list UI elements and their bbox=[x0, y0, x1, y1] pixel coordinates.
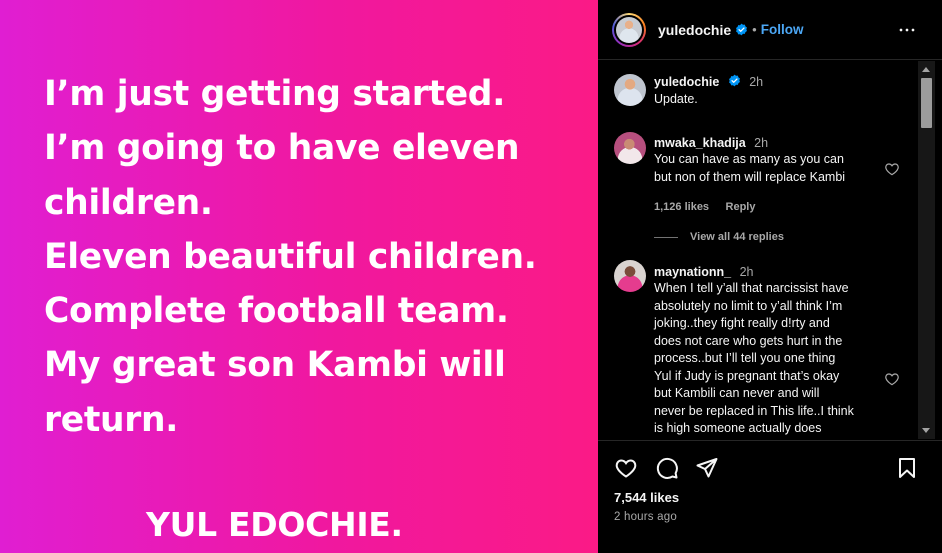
heart-icon[interactable] bbox=[614, 456, 638, 480]
caption-time: 2h bbox=[749, 75, 764, 89]
comment-text-line: does not care who gets hurt in the bbox=[654, 333, 843, 348]
comment-text-line: but non of them will replace Kambi bbox=[654, 169, 846, 184]
comments-list[interactable]: yuledochie 2h Update. mwaka_khadija 2h Y… bbox=[598, 61, 918, 439]
avatar[interactable] bbox=[614, 132, 646, 164]
bookmark-icon[interactable] bbox=[895, 456, 919, 480]
comments-scrollbar[interactable] bbox=[918, 61, 935, 439]
post-text-line: I’m going to have eleven bbox=[44, 128, 520, 169]
avatar[interactable] bbox=[612, 12, 646, 47]
post-timestamp[interactable]: 2 hours ago bbox=[614, 511, 677, 523]
comment-time: 2h bbox=[754, 136, 769, 150]
post-text-line: I’m just getting started. bbox=[44, 74, 506, 114]
post-side-panel: yuledochie • Follow yuledochie 2h Update… bbox=[598, 0, 942, 553]
post-text-line: return. bbox=[44, 399, 179, 440]
divider-line bbox=[654, 236, 678, 238]
post-text-line: Complete football team. bbox=[44, 291, 509, 332]
scroll-up-arrow-icon[interactable] bbox=[922, 67, 930, 72]
verified-badge-icon bbox=[728, 74, 740, 87]
view-replies-button[interactable]: View all 44 replies bbox=[654, 231, 784, 243]
comment-time: 2h bbox=[739, 265, 754, 279]
post-signature: YUL EDOCHIE. bbox=[146, 505, 403, 544]
post-text: I’m just getting started. I’m going to h… bbox=[44, 67, 589, 447]
likes-count[interactable]: 7,544 likes bbox=[614, 490, 679, 505]
verified-badge-icon bbox=[736, 23, 748, 36]
avatar[interactable] bbox=[614, 74, 646, 106]
comment-username[interactable]: mwaka_khadija bbox=[654, 136, 746, 150]
follow-button[interactable]: Follow bbox=[761, 22, 804, 37]
post-actions: 7,544 likes 2 hours ago bbox=[598, 440, 942, 553]
scrollbar-thumb[interactable] bbox=[921, 78, 932, 128]
comment-text: When I tell y’all that narcissist have a… bbox=[654, 280, 854, 438]
heart-icon[interactable] bbox=[884, 161, 900, 177]
comment-text-line: absolutely no limit to y’all think I’m bbox=[654, 298, 843, 313]
comment-text-line: is high someone actually does bbox=[654, 421, 822, 435]
comment-text-line: When I tell y’all that narcissist have bbox=[654, 281, 849, 295]
post-header: yuledochie • Follow bbox=[598, 0, 942, 60]
comment-text-line: joking..they fight really d!rty and bbox=[654, 316, 830, 330]
post-image: I’m just getting started. I’m going to h… bbox=[0, 0, 598, 553]
header-username[interactable]: yuledochie bbox=[658, 22, 731, 38]
avatar[interactable] bbox=[614, 260, 646, 292]
send-icon[interactable] bbox=[695, 456, 719, 480]
scroll-down-arrow-icon[interactable] bbox=[922, 428, 930, 433]
view-replies-label: View all 44 replies bbox=[690, 231, 784, 243]
comment-text-line: but Kambili can never and will bbox=[654, 386, 820, 400]
post-text-line: children. bbox=[44, 182, 213, 223]
comment-text-line: process..but I’ll tell you one thing bbox=[654, 351, 836, 365]
caption-username[interactable]: yuledochie bbox=[654, 75, 719, 89]
post-text-line: Eleven beautiful children. bbox=[44, 236, 537, 277]
heart-icon[interactable] bbox=[884, 371, 900, 387]
separator-dot: • bbox=[752, 22, 757, 37]
comment-text-line: Yul if Judy is pregnant that’s okay bbox=[654, 368, 840, 383]
comment-username[interactable]: maynationn_ bbox=[654, 265, 731, 279]
comment-text: You can have as many as you can but non … bbox=[654, 151, 845, 186]
comment-text-line: You can have as many as you can bbox=[654, 152, 844, 166]
more-horizontal-icon[interactable] bbox=[898, 21, 916, 39]
post-text-line: My great son Kambi will bbox=[44, 345, 506, 386]
comment-likes[interactable]: 1,126 likes bbox=[654, 201, 709, 213]
caption-text: Update. bbox=[654, 92, 698, 106]
comment-text-line: never be replaced in This life..I think bbox=[654, 403, 854, 418]
reply-button[interactable]: Reply bbox=[726, 201, 756, 213]
comment-icon[interactable] bbox=[655, 456, 679, 480]
